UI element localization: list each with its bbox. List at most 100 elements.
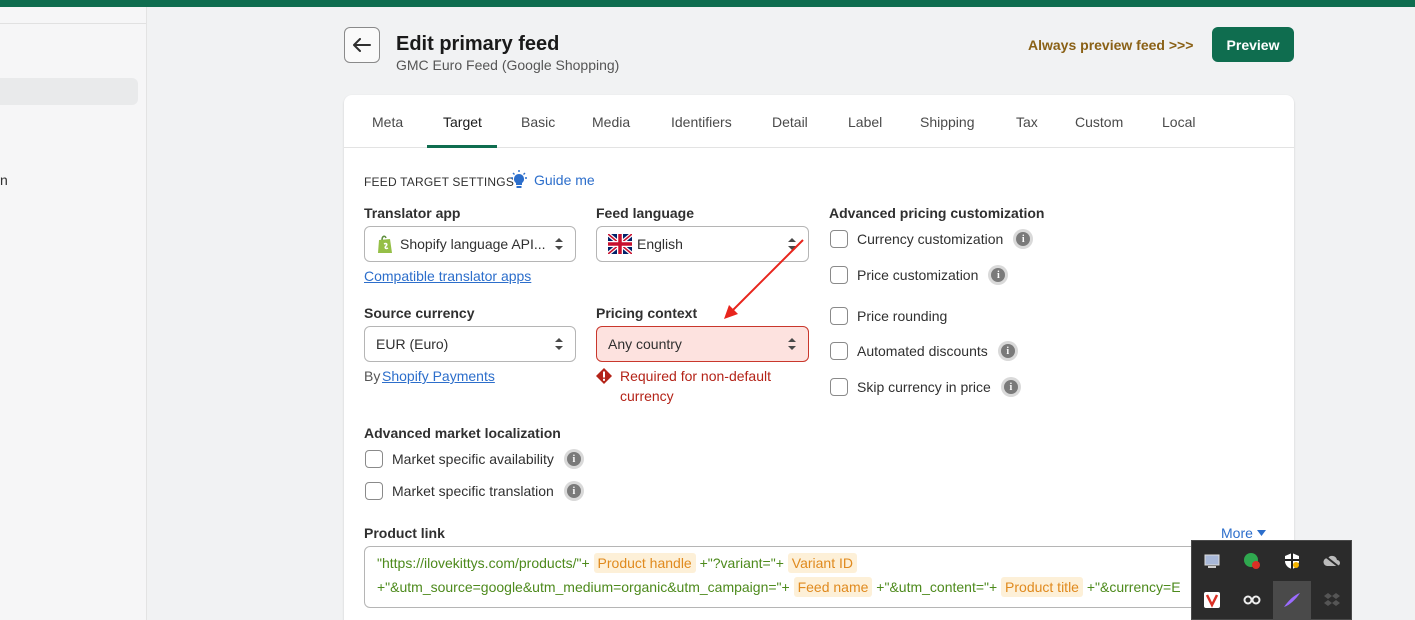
shield-check-icon[interactable] [1238,547,1266,575]
market-translation-checkbox[interactable] [365,482,383,500]
tab-media[interactable]: Media [592,114,630,130]
price-customization-checkbox[interactable] [830,266,848,284]
translator-label: Translator app [364,205,461,221]
tab-target[interactable]: Target [443,114,482,130]
price-customization-label: Price customization [857,267,979,283]
tab-label[interactable]: Label [848,114,882,130]
currency-customization-option[interactable]: Currency customization i [830,229,1034,249]
feather-icon[interactable] [1273,581,1311,619]
monitor-icon[interactable] [1198,547,1226,575]
tab-detail[interactable]: Detail [772,114,808,130]
pricing-context-select[interactable]: Any country [596,326,809,362]
page-subtitle: GMC Euro Feed (Google Shopping) [396,57,620,73]
translator-value: Shopify language API... [400,236,546,252]
info-icon[interactable]: i [563,449,584,469]
shopify-payments-link[interactable]: Shopify Payments [382,368,495,384]
section-title: FEED TARGET SETTINGS [364,175,515,189]
active-tab-indicator [427,145,497,148]
feed-language-label: Feed language [596,205,695,221]
security-shield-icon[interactable] [1278,547,1306,575]
link-literal: "https://ilovekittys.com/products/"+ [377,555,590,571]
back-button[interactable] [344,27,380,63]
price-rounding-checkbox[interactable] [830,307,848,325]
feed-language-value: English [637,236,683,252]
tab-meta[interactable]: Meta [372,114,403,130]
market-translation-label: Market specific translation [392,483,554,499]
market-availability-checkbox[interactable] [365,450,383,468]
by-text: By [364,368,381,384]
tab-shipping[interactable]: Shipping [920,114,975,130]
market-availability-label: Market specific availability [392,451,554,467]
translator-select[interactable]: Shopify language API... [364,226,576,262]
price-rounding-label: Price rounding [857,308,948,324]
more-label: More [1221,525,1253,541]
feed-language-select[interactable]: English [596,226,809,262]
tab-basic[interactable]: Basic [521,114,555,130]
tab-local[interactable]: Local [1162,114,1195,130]
sidebar-item-fragment[interactable]: n [0,172,8,188]
product-link-line-1: "https://ilovekittys.com/products/"+ Pro… [377,553,857,573]
guide-me-link[interactable]: Guide me [508,170,595,190]
cloud-offline-icon[interactable] [1318,547,1346,575]
system-tray-popup [1191,540,1352,620]
skip-currency-label: Skip currency in price [857,379,991,395]
price-rounding-option[interactable]: Price rounding [830,307,947,325]
feed-name-token[interactable]: Feed name [793,577,873,597]
left-sidebar: n [0,7,147,620]
source-currency-select[interactable]: EUR (Euro) [364,326,576,362]
link-literal: +"&utm_source=google&utm_medium=organic&… [377,579,790,595]
info-icon[interactable]: i [1000,377,1021,397]
pricing-context-value: Any country [608,336,682,352]
automated-discounts-option[interactable]: Automated discounts i [830,341,1018,361]
caret-down-icon [1256,530,1266,536]
top-accent-bar [0,0,1415,7]
link-literal: +"&currency=E [1086,579,1181,595]
product-link-editor[interactable]: "https://ilovekittys.com/products/"+ Pro… [364,546,1284,608]
info-icon[interactable]: i [988,265,1009,285]
skip-currency-checkbox[interactable] [830,378,848,396]
error-line-2: currency [620,388,674,404]
market-availability-option[interactable]: Market specific availability i [365,449,584,469]
sidebar-divider [0,23,146,24]
product-handle-token[interactable]: Product handle [593,553,696,573]
pricing-context-label: Pricing context [596,305,698,321]
tab-custom[interactable]: Custom [1075,114,1123,130]
price-customization-option[interactable]: Price customization i [830,265,1009,285]
pricing-context-error: Required for non-default currency [620,366,771,406]
uk-flag-icon [608,234,632,254]
sidebar-selected-item[interactable] [0,78,138,105]
lightbulb-icon [511,170,527,188]
shopify-bag-icon [378,235,392,253]
link-literal: +"&utm_content="+ [876,579,998,595]
select-arrows-icon [555,338,563,350]
variant-id-token[interactable]: Variant ID [787,553,857,573]
dropbox-icon[interactable] [1318,586,1346,614]
compatible-translator-apps-link[interactable]: Compatible translator apps [364,268,531,284]
select-arrows-icon [788,238,796,250]
preview-button[interactable]: Preview [1212,27,1294,62]
info-icon[interactable]: i [1013,229,1034,249]
select-arrows-icon [788,338,796,350]
tab-identifiers[interactable]: Identifiers [671,114,732,130]
product-link-label: Product link [364,525,445,541]
vivaldi-icon[interactable] [1198,586,1226,614]
product-title-token[interactable]: Product title [1001,577,1083,597]
currency-customization-checkbox[interactable] [830,230,848,248]
currency-customization-label: Currency customization [857,231,1004,247]
select-arrows-icon [555,238,563,250]
error-line-1: Required for non-default [620,368,771,384]
source-currency-value: EUR (Euro) [376,336,449,352]
link-icon[interactable] [1238,586,1266,614]
source-currency-label: Source currency [364,305,475,321]
tab-tax[interactable]: Tax [1016,114,1038,130]
guide-me-label: Guide me [534,172,595,188]
link-literal: +"?variant="+ [699,555,784,571]
automated-discounts-checkbox[interactable] [830,342,848,360]
more-dropdown[interactable]: More [1221,525,1266,541]
error-diamond-icon [596,368,612,384]
skip-currency-option[interactable]: Skip currency in price i [830,377,1021,397]
product-link-line-2: +"&utm_source=google&utm_medium=organic&… [377,577,1181,597]
info-icon[interactable]: i [997,341,1018,361]
info-icon[interactable]: i [563,481,584,501]
market-translation-option[interactable]: Market specific translation i [365,481,584,501]
